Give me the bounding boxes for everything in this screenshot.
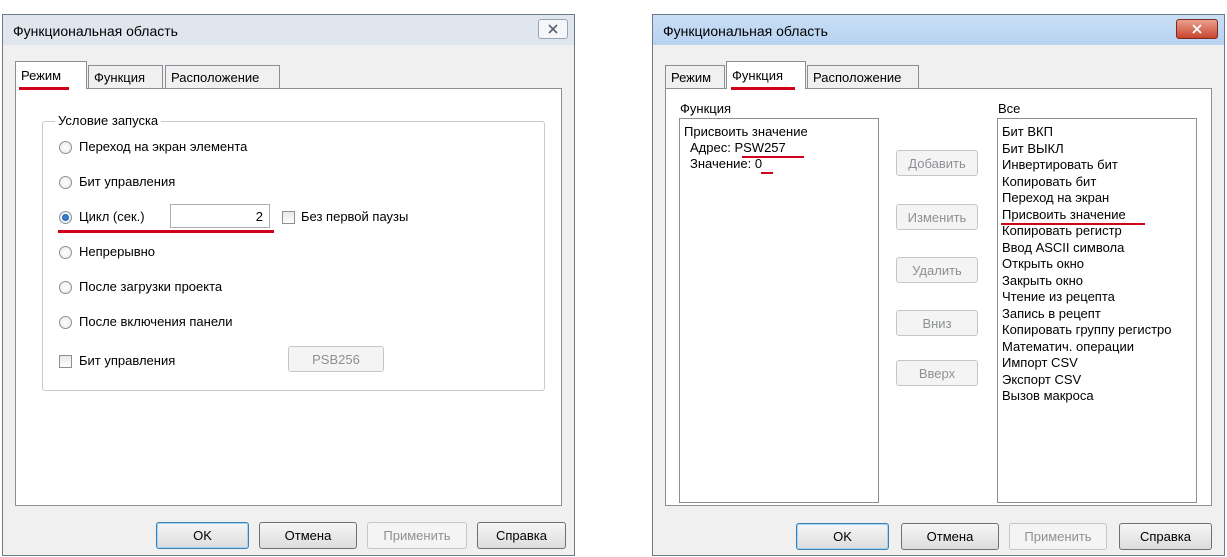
radio-after-panel-power-on[interactable] — [59, 316, 72, 329]
value-label: Значение: — [690, 156, 752, 171]
highlight-underline — [761, 172, 773, 174]
highlight-underline — [731, 87, 795, 90]
all-functions-item[interactable]: Присвоить значение — [1002, 207, 1126, 223]
apply-button[interactable]: Применить — [367, 522, 467, 549]
edit-button[interactable]: Изменить — [896, 204, 978, 230]
close-button[interactable] — [1176, 19, 1218, 39]
control-bit-checkbox[interactable] — [59, 355, 72, 368]
close-button[interactable] — [538, 19, 568, 39]
cancel-button[interactable]: Отмена — [901, 523, 999, 550]
radio-control-bit-label: Бит управления — [79, 174, 176, 189]
ok-button[interactable]: OK — [156, 522, 249, 549]
tab-panel-function: Функция Присвоить значение Адрес: PSW257… — [665, 88, 1212, 506]
control-bit-address-button[interactable]: PSB256 — [288, 346, 384, 372]
no-first-pause-label: Без первой паузы — [301, 209, 409, 224]
radio-cycle[interactable] — [59, 211, 72, 224]
radio-after-project-load-label: После загрузки проекта — [79, 279, 223, 294]
highlight-underline — [19, 87, 69, 90]
radio-control-bit[interactable] — [59, 176, 72, 189]
dialog-title: Функциональная область — [663, 23, 828, 39]
all-functions-item[interactable]: Копировать группу регистро — [1002, 322, 1172, 338]
close-icon — [1192, 24, 1202, 34]
all-functions-item[interactable]: Математич. операции — [1002, 339, 1134, 355]
all-functions-item[interactable]: Открыть окно — [1002, 256, 1084, 272]
all-functions-item[interactable]: Переход на экран — [1002, 190, 1109, 206]
function-area-dialog-function: Функциональная область Режим Функция Рас… — [652, 14, 1225, 556]
highlight-underline — [58, 230, 274, 233]
tab-function[interactable]: Функция — [726, 61, 806, 89]
delete-button[interactable]: Удалить — [896, 257, 978, 283]
function-list-label: Функция — [680, 101, 731, 116]
all-functions-item[interactable]: Ввод ASCII символа — [1002, 240, 1124, 256]
title-bar: Функциональная область — [3, 15, 574, 45]
radio-after-panel-power-on-label: После включения панели — [79, 314, 233, 329]
title-bar: Функциональная область — [653, 15, 1224, 45]
radio-cycle-label: Цикл (сек.) — [79, 209, 145, 224]
control-bit-checkbox-label: Бит управления — [79, 353, 176, 368]
tab-panel-mode: Условие запуска Переход на экран элемент… — [15, 88, 562, 506]
tab-mode[interactable]: Режим — [15, 61, 87, 89]
address-label: Адрес: — [690, 140, 731, 155]
cycle-seconds-input[interactable]: 2 — [170, 204, 270, 228]
help-button[interactable]: Справка — [1119, 523, 1212, 550]
all-functions-item[interactable]: Копировать регистр — [1002, 223, 1122, 239]
tab-mode[interactable]: Режим — [665, 65, 725, 89]
all-functions-item[interactable]: Импорт CSV — [1002, 355, 1078, 371]
all-functions-item[interactable]: Чтение из рецепта — [1002, 289, 1115, 305]
all-functions-label: Все — [998, 101, 1021, 116]
radio-continuous-label: Непрерывно — [79, 244, 156, 259]
all-functions-item[interactable]: Экспорт CSV — [1002, 372, 1081, 388]
all-functions-item[interactable]: Вызов макроса — [1002, 388, 1094, 404]
all-functions-item[interactable]: Закрыть окно — [1002, 273, 1083, 289]
all-functions-list[interactable]: Бит ВКП Бит ВЫКЛ Инвертировать бит Копирова… — [997, 118, 1197, 503]
function-area-dialog-mode: Функциональная область Режим Функция Рас… — [2, 14, 575, 556]
radio-after-project-load[interactable] — [59, 281, 72, 294]
help-button[interactable]: Справка — [477, 522, 566, 549]
tab-location[interactable]: Расположение — [807, 65, 919, 89]
apply-button[interactable]: Применить — [1009, 523, 1107, 550]
no-first-pause-checkbox[interactable] — [282, 211, 295, 224]
move-up-button[interactable]: Вверх — [896, 360, 978, 386]
ok-button[interactable]: OK — [796, 523, 889, 550]
add-button[interactable]: Добавить — [896, 150, 978, 176]
value-param: Значение: 0 — [690, 156, 762, 172]
value-value: 0 — [754, 156, 763, 171]
address-value: PSW257 — [734, 140, 786, 155]
function-list[interactable]: Присвоить значение Адрес: PSW257 Значени… — [679, 118, 879, 503]
tab-function[interactable]: Функция — [88, 65, 163, 89]
radio-goto-element-screen[interactable] — [59, 141, 72, 154]
all-functions-item[interactable]: Бит ВКП — [1002, 124, 1053, 140]
address-param: Адрес: PSW257 — [690, 140, 786, 156]
cancel-button[interactable]: Отмена — [259, 522, 357, 549]
all-functions-item[interactable]: Бит ВЫКЛ — [1002, 141, 1064, 157]
all-functions-item[interactable]: Копировать бит — [1002, 174, 1096, 190]
close-icon — [548, 24, 558, 34]
start-condition-group: Условие запуска Переход на экран элемент… — [42, 113, 545, 391]
cycle-seconds-value: 2 — [255, 209, 263, 224]
radio-continuous[interactable] — [59, 246, 72, 259]
all-functions-item[interactable]: Запись в рецепт — [1002, 306, 1101, 322]
function-name: Присвоить значение — [684, 124, 808, 139]
highlight-underline — [742, 156, 804, 158]
start-condition-label: Условие запуска — [55, 113, 162, 128]
all-functions-item[interactable]: Инвертировать бит — [1002, 157, 1118, 173]
radio-goto-element-screen-label: Переход на экран элемента — [79, 139, 248, 154]
dialog-title: Функциональная область — [13, 23, 178, 39]
move-down-button[interactable]: Вниз — [896, 310, 978, 336]
tab-location[interactable]: Расположение — [165, 65, 280, 89]
